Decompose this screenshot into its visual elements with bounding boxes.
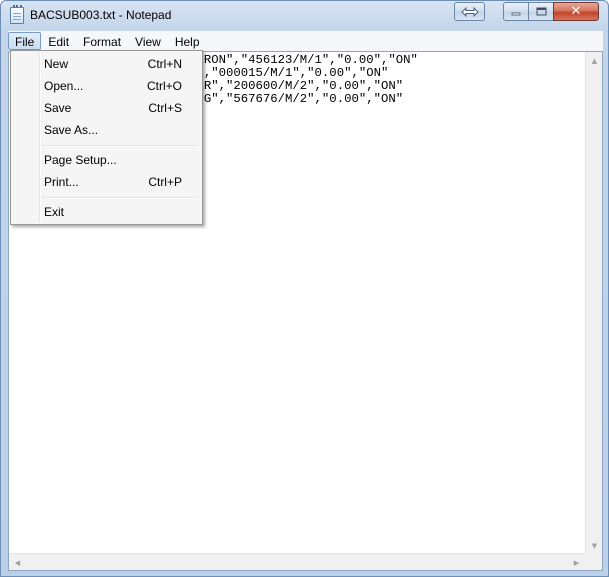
menu-item-exit[interactable]: Exit xyxy=(13,201,200,223)
menu-item-save[interactable]: Save Ctrl+S xyxy=(13,97,200,119)
scroll-right-icon[interactable]: ▶ xyxy=(568,554,585,571)
scroll-down-icon[interactable]: ▼ xyxy=(586,537,603,554)
file-menu-dropdown: New Ctrl+N Open... Ctrl+O Save Ctrl+S Sa… xyxy=(10,50,203,225)
menu-file[interactable]: File xyxy=(8,32,42,50)
horizontal-scrollbar[interactable]: ◀ ▶ xyxy=(9,553,585,570)
menu-separator xyxy=(42,145,198,147)
maximize-button[interactable] xyxy=(528,2,554,21)
menu-help[interactable]: Help xyxy=(168,32,207,50)
scroll-up-icon[interactable]: ▲ xyxy=(586,52,603,69)
menu-item-print[interactable]: Print... Ctrl+P xyxy=(13,171,200,193)
minimize-icon xyxy=(511,12,521,15)
vertical-scrollbar[interactable]: ▲ ▼ xyxy=(585,52,602,554)
menu-format[interactable]: Format xyxy=(76,32,128,50)
double-arrow-icon xyxy=(460,6,479,17)
menu-item-open[interactable]: Open... Ctrl+O xyxy=(13,75,200,97)
scroll-left-icon[interactable]: ◀ xyxy=(9,554,26,571)
menu-item-page-setup[interactable]: Page Setup... xyxy=(13,149,200,171)
menu-edit[interactable]: Edit xyxy=(41,32,76,50)
close-button[interactable]: ✕ xyxy=(553,2,599,21)
maximize-icon xyxy=(536,7,546,16)
notepad-icon[interactable] xyxy=(10,5,24,24)
title-bar[interactable]: BACSUB003.txt - Notepad ✕ xyxy=(1,1,608,31)
window-title: BACSUB003.txt - Notepad xyxy=(30,8,172,22)
menu-bar: File Edit Format View Help xyxy=(8,31,603,51)
scrollbar-corner xyxy=(585,553,602,570)
resize-button[interactable] xyxy=(454,2,485,21)
menu-separator xyxy=(42,197,198,199)
menu-view[interactable]: View xyxy=(128,32,168,50)
minimize-button[interactable] xyxy=(503,2,529,21)
menu-item-new[interactable]: New Ctrl+N xyxy=(13,53,200,75)
close-icon: ✕ xyxy=(570,4,582,19)
menu-item-save-as[interactable]: Save As... xyxy=(13,119,200,141)
